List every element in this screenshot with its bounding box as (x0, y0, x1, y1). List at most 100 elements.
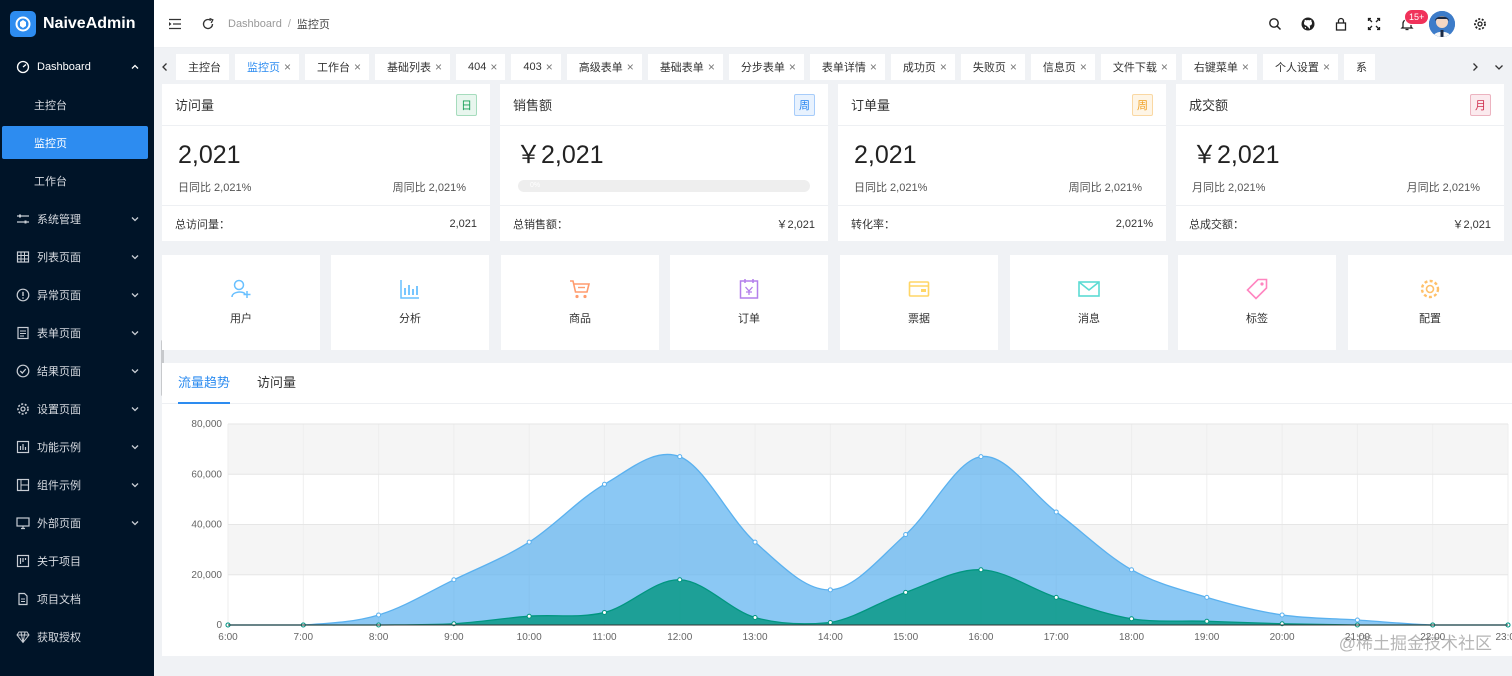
chevron-down-icon (130, 328, 140, 338)
shortcut-goods[interactable]: 商品 (501, 255, 659, 350)
app-logo[interactable]: NaiveAdmin (0, 0, 154, 48)
tab-item[interactable]: 403 × (511, 53, 561, 80)
close-icon[interactable]: × (1080, 60, 1087, 74)
close-icon[interactable]: × (870, 60, 877, 74)
sidebar-item-about[interactable]: 关于项目 (0, 542, 154, 580)
watermark: @稀土掘金技术社区 (1338, 634, 1492, 653)
close-icon[interactable]: × (546, 60, 553, 74)
breadcrumb-item-dashboard[interactable]: Dashboard (228, 18, 282, 30)
tab-item[interactable]: 信息页 × (1030, 53, 1095, 80)
data-point (1053, 594, 1059, 600)
shortcut-bill[interactable]: 票据 (840, 255, 998, 350)
tab-label: 成功页 (902, 61, 936, 74)
x-tick-label: 6:00 (218, 632, 238, 643)
close-icon[interactable]: × (1323, 60, 1330, 74)
tab-item[interactable]: 失败页 × (960, 53, 1025, 80)
shortcut-user[interactable]: 用户 (162, 255, 320, 350)
sidebar-item-form[interactable]: 表单页面 (0, 314, 154, 352)
fullscreen-icon[interactable] (1366, 16, 1382, 32)
period-tag: 日 (456, 93, 477, 116)
tab-item[interactable]: 系 (1343, 53, 1375, 80)
menu-collapse-icon[interactable] (167, 16, 183, 32)
data-point (1053, 509, 1059, 515)
search-icon[interactable] (1267, 16, 1283, 32)
sidebar-item-exception[interactable]: 异常页面 (0, 276, 154, 314)
tab-item[interactable]: 分步表单 × (728, 53, 804, 80)
tabs-scroll-right-icon[interactable] (1464, 49, 1486, 84)
sidebar-subitem-workplace[interactable]: 工作台 (0, 162, 154, 200)
y-tick-label: 80,000 (191, 419, 222, 430)
stat-compare-right: 月同比 2,021% (1406, 182, 1480, 194)
tab-item[interactable]: 文件下载 × (1100, 53, 1176, 80)
tab-visits[interactable]: 访问量 (257, 372, 296, 403)
sidebar-item-docs[interactable]: 项目文档 (0, 580, 154, 618)
shortcut-message[interactable]: 消息 (1010, 255, 1168, 350)
diamond-icon (16, 630, 30, 644)
tab-item[interactable]: 成功页 × (890, 53, 955, 80)
sidebar-item-license[interactable]: 获取授权 (0, 618, 154, 656)
sidebar-item-feature[interactable]: 功能示例 (0, 428, 154, 466)
tab-label: 基础列表 (387, 61, 432, 74)
stat-title: 访问量 (175, 98, 215, 113)
close-icon[interactable]: × (354, 60, 361, 74)
sidebar-item-system[interactable]: 系统管理 (0, 200, 154, 238)
close-icon[interactable]: × (789, 60, 796, 74)
close-icon[interactable]: × (284, 60, 291, 74)
lock-icon[interactable] (1333, 16, 1349, 32)
x-tick-label: 15:00 (893, 632, 918, 643)
settings-gear-icon[interactable] (1472, 16, 1488, 32)
tabs-scroll-left-icon[interactable] (154, 49, 176, 84)
github-icon[interactable] (1300, 16, 1316, 32)
tabs-dropdown-icon[interactable] (1486, 49, 1512, 84)
shortcut-analysis[interactable]: 分析 (331, 255, 489, 350)
close-icon[interactable]: × (490, 60, 497, 74)
tab-item[interactable]: 监控页 × (235, 53, 300, 80)
tab-item[interactable]: 表单详情 × (809, 53, 885, 80)
shortcut-config[interactable]: 配置 (1348, 255, 1512, 350)
sidebar-item-external[interactable]: 外部页面 (0, 504, 154, 542)
tag-icon (1245, 277, 1269, 301)
bell-icon[interactable]: 15+ (1399, 9, 1430, 32)
tab-item[interactable]: 个人设置 × (1262, 53, 1338, 80)
sidebar-item-list[interactable]: 列表页面 (0, 238, 154, 276)
tab-label: 文件下载 (1112, 61, 1157, 74)
close-icon[interactable]: × (1161, 60, 1168, 74)
tab-item[interactable]: 基础表单 × (647, 53, 723, 80)
close-icon[interactable]: × (1242, 60, 1249, 74)
tab-label: 监控页 (247, 61, 280, 74)
tab-label: 工作台 (317, 61, 351, 74)
refresh-icon[interactable] (200, 16, 216, 32)
tab-label: 403 (523, 60, 542, 73)
traffic-area-chart: 0 20,000 40,000 60,000 80,000 6:00 7:00 8:00 9:0… (191, 419, 1512, 643)
tab-item[interactable]: 高级表单 × (566, 53, 642, 80)
sidebar-item-setting[interactable]: 设置页面 (0, 390, 154, 428)
close-icon[interactable]: × (1010, 60, 1017, 74)
tab-item[interactable]: 工作台 × (305, 53, 370, 80)
sidebar-item-component[interactable]: 组件示例 (0, 466, 154, 504)
sidebar-item-result[interactable]: 结果页面 (0, 352, 154, 390)
chart-tabs: 流量趋势 访问量 (162, 363, 1512, 404)
shortcut-tag[interactable]: 标签 (1178, 255, 1336, 350)
tab-item[interactable]: 404 × (456, 53, 506, 80)
close-icon[interactable]: × (435, 60, 442, 74)
sidebar-item-dashboard[interactable]: Dashboard (0, 48, 154, 86)
tab-item[interactable]: 基础列表 × (375, 53, 451, 80)
breadcrumb-item-current: 监控页 (296, 18, 330, 31)
close-icon[interactable]: × (627, 60, 634, 74)
bar-chart-icon (398, 277, 422, 301)
tab-label: 高级表单 (578, 61, 623, 74)
data-point (376, 612, 382, 618)
sales-progress-bar: 0% (518, 180, 810, 192)
x-tick-label: 8:00 (369, 632, 389, 643)
sidebar-subitem-console[interactable]: 主控台 (0, 86, 154, 124)
tab-item[interactable]: 主控台 (176, 53, 229, 80)
avatar[interactable] (1429, 11, 1455, 37)
chevron-down-icon (130, 290, 140, 300)
sidebar-subitem-monitor[interactable]: 监控页 (2, 126, 148, 159)
shortcut-order[interactable]: 订单 (670, 255, 828, 350)
tab-label: 404 (468, 60, 487, 73)
tab-item[interactable]: 右键菜单 × (1181, 53, 1257, 80)
tab-traffic-trend[interactable]: 流量趋势 (178, 372, 231, 404)
close-icon[interactable]: × (708, 60, 715, 74)
close-icon[interactable]: × (940, 60, 947, 74)
